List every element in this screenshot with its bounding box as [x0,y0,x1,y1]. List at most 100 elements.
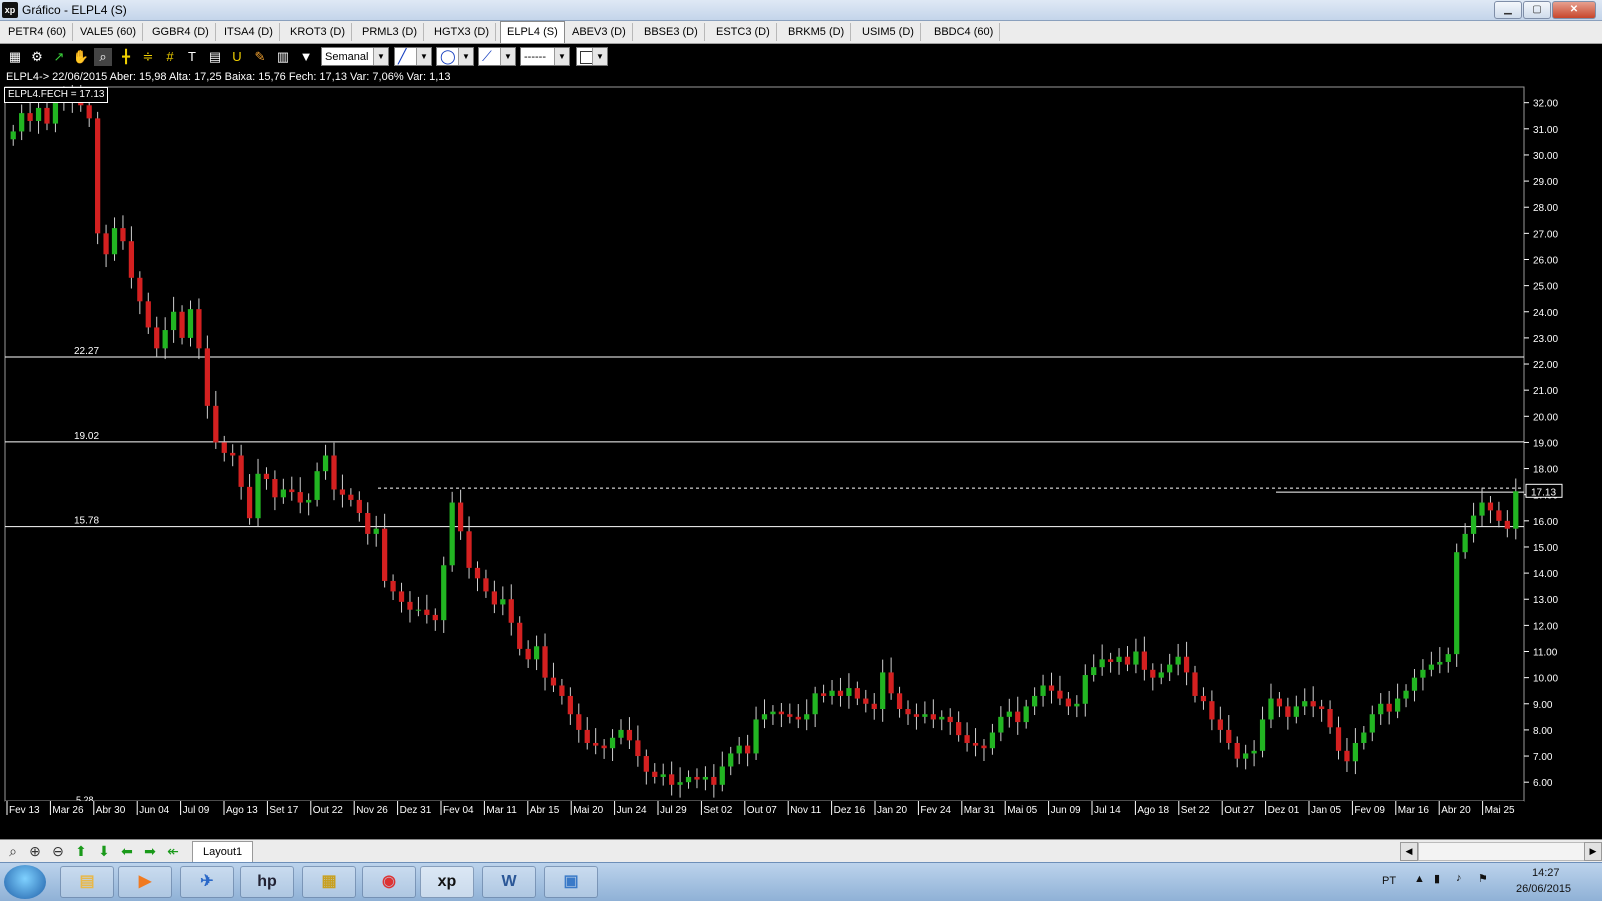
candle-body [939,716,945,720]
candle-body [1504,520,1510,529]
taskbar-media-player-icon[interactable]: ▶ [118,866,172,898]
candle-body [339,489,346,495]
tab-ggbr4[interactable]: GGBR4 (D) [146,23,216,41]
candle-body [635,740,641,757]
chevron-down-icon: ▼ [416,48,431,65]
calculator-icon[interactable]: ▤ [206,48,224,66]
tab-estc3[interactable]: ESTC3 (D) [710,23,777,41]
tab-abev3[interactable]: ABEV3 (D) [566,23,633,41]
hand-icon[interactable]: ✋ [72,48,90,66]
taskbar-xp-icon[interactable]: xp [420,866,474,898]
x-tick-label: Set 17 [269,805,298,816]
tab-bbse3[interactable]: BBSE3 (D) [638,23,705,41]
clock-time[interactable]: 14:27 [1532,867,1560,879]
tab-elpl4[interactable]: ELPL4 (S) [500,21,565,43]
candle-body [27,113,33,121]
close-button[interactable]: ✕ [1552,1,1596,19]
candle-body [1310,701,1316,707]
parallel-lines-icon[interactable]: ≑ [139,48,157,66]
chart-type-icon[interactable]: ▦ [6,48,24,66]
tray-expand-icon[interactable]: ▲ [1414,873,1425,885]
scroll-right-button[interactable]: ▶ [1584,842,1602,861]
candlestick-chart[interactable]: 32.00 31.00 30.00 29.00 28.00 27.00 26.00 25.00… [0,85,1602,825]
tab-hgtx3[interactable]: HGTX3 (D) [428,23,496,41]
grid-lines-icon[interactable]: # [161,48,179,66]
candle-body [1470,515,1477,534]
line-tool-select[interactable]: ╱ ▼ [394,47,432,66]
tab-prml3[interactable]: PRML3 (D) [356,23,425,41]
candle-body [820,693,827,696]
tab-krot3[interactable]: KROT3 (D) [284,23,352,41]
candle-body [500,599,506,605]
tab-petr4[interactable]: PETR4 (60) [2,23,74,41]
maximize-button[interactable]: ▢ [1523,1,1551,19]
search-icon[interactable]: ⌕ [4,842,22,860]
text-tool-icon[interactable]: T [183,48,201,66]
tab-brkm5[interactable]: BRKM5 (D) [782,23,852,41]
scroll-left-button[interactable]: ◀ [1400,842,1418,861]
taskbar-photos-icon[interactable]: ▣ [544,866,598,898]
taskbar-calculator-icon[interactable]: ▦ [302,866,356,898]
windows-taskbar: PT ▲ ▮ ♪ ⚑ 14:27 26/06/2015 ▤ ▶ ✈ hp ▦ ◉ xp W ▣ [0,862,1602,901]
x-tick-label: Jun 04 [139,805,169,816]
arrow-up-icon[interactable]: ⬆ [72,842,90,860]
shape-tool-select[interactable]: ◯ ▼ [436,47,474,66]
tab-vale5[interactable]: VALE5 (60) [74,23,144,41]
title-bar: xp Gráfico - ELPL4 (S) ▁ ▢ ✕ [0,0,1602,21]
taskbar-network-icon[interactable]: ✈ [180,866,234,898]
clock-date[interactable]: 26/06/2015 [1516,883,1571,895]
tab-itsa4[interactable]: ITSA4 (D) [218,23,280,41]
y-tick-label: 15.00 [1533,543,1558,554]
candle-body [1192,672,1198,696]
network-icon[interactable]: ▮ [1434,872,1440,885]
line-style-select[interactable]: ------ ▼ [520,47,570,66]
y-tick-label: 27.00 [1533,229,1558,240]
tab-bbdc4[interactable]: BBDC4 (60) [928,23,1001,41]
taskbar-hp-icon[interactable]: hp [240,866,294,898]
y-tick-label: 24.00 [1533,308,1558,319]
period-select[interactable]: Semanal ▼ [321,47,389,66]
taskbar-chrome-icon[interactable]: ◉ [362,866,416,898]
candle-body [1327,709,1333,728]
candle-body [272,479,278,498]
flag-icon[interactable]: ⚑ [1478,872,1488,885]
settings-icon[interactable]: ⚙ [28,48,46,66]
candle-body [1116,656,1122,662]
zoom-out-icon[interactable]: ⊖ [49,842,67,860]
filter-icon[interactable]: ▼ [297,48,315,66]
zoom-chart-icon[interactable]: ⌕ [94,48,112,66]
arrow-left-icon[interactable]: ⬅ [118,842,136,860]
color-select[interactable]: ▼ [576,47,608,66]
fan-tool-select[interactable]: ⟋ ▼ [478,47,516,66]
volume-icon[interactable]: ♪ [1456,872,1462,884]
x-tick-label: Fev 13 [9,805,40,816]
horizontal-scrollbar[interactable] [1418,842,1590,861]
candle-body [643,756,649,772]
magnet-icon[interactable]: U [228,48,246,66]
go-to-start-icon[interactable]: ↞ [164,842,182,860]
chevron-down-icon: ▼ [458,48,473,65]
candle-body [1150,669,1156,678]
zoom-in-icon[interactable]: ⊕ [26,842,44,860]
candle-body [263,473,270,480]
taskbar-word-icon[interactable]: W [482,866,536,898]
taskbar-explorer-icon[interactable]: ▤ [60,866,114,898]
crosshair-icon[interactable]: ╋ [117,48,135,66]
tab-usim5[interactable]: USIM5 (D) [856,23,921,41]
minimize-button[interactable]: ▁ [1494,1,1522,19]
arrow-down-icon[interactable]: ⬇ [95,842,113,860]
candle-body [170,311,177,331]
candle-body [365,512,371,534]
fibonacci-fan-icon: ⟋ [482,48,492,64]
clipboard-icon[interactable]: ▥ [274,48,292,66]
x-tick-label: Jan 20 [877,805,907,816]
candle-body [1040,685,1046,696]
arrow-right-icon[interactable]: ➡ [141,842,159,860]
layout-tab[interactable]: Layout1 [192,841,254,862]
trend-icon[interactable]: ↗ [50,48,68,66]
language-indicator[interactable]: PT [1382,875,1396,887]
candle-body [179,311,185,338]
start-button[interactable] [4,865,46,899]
eraser-icon[interactable]: ✎ [251,48,269,66]
candle-body [609,737,616,749]
